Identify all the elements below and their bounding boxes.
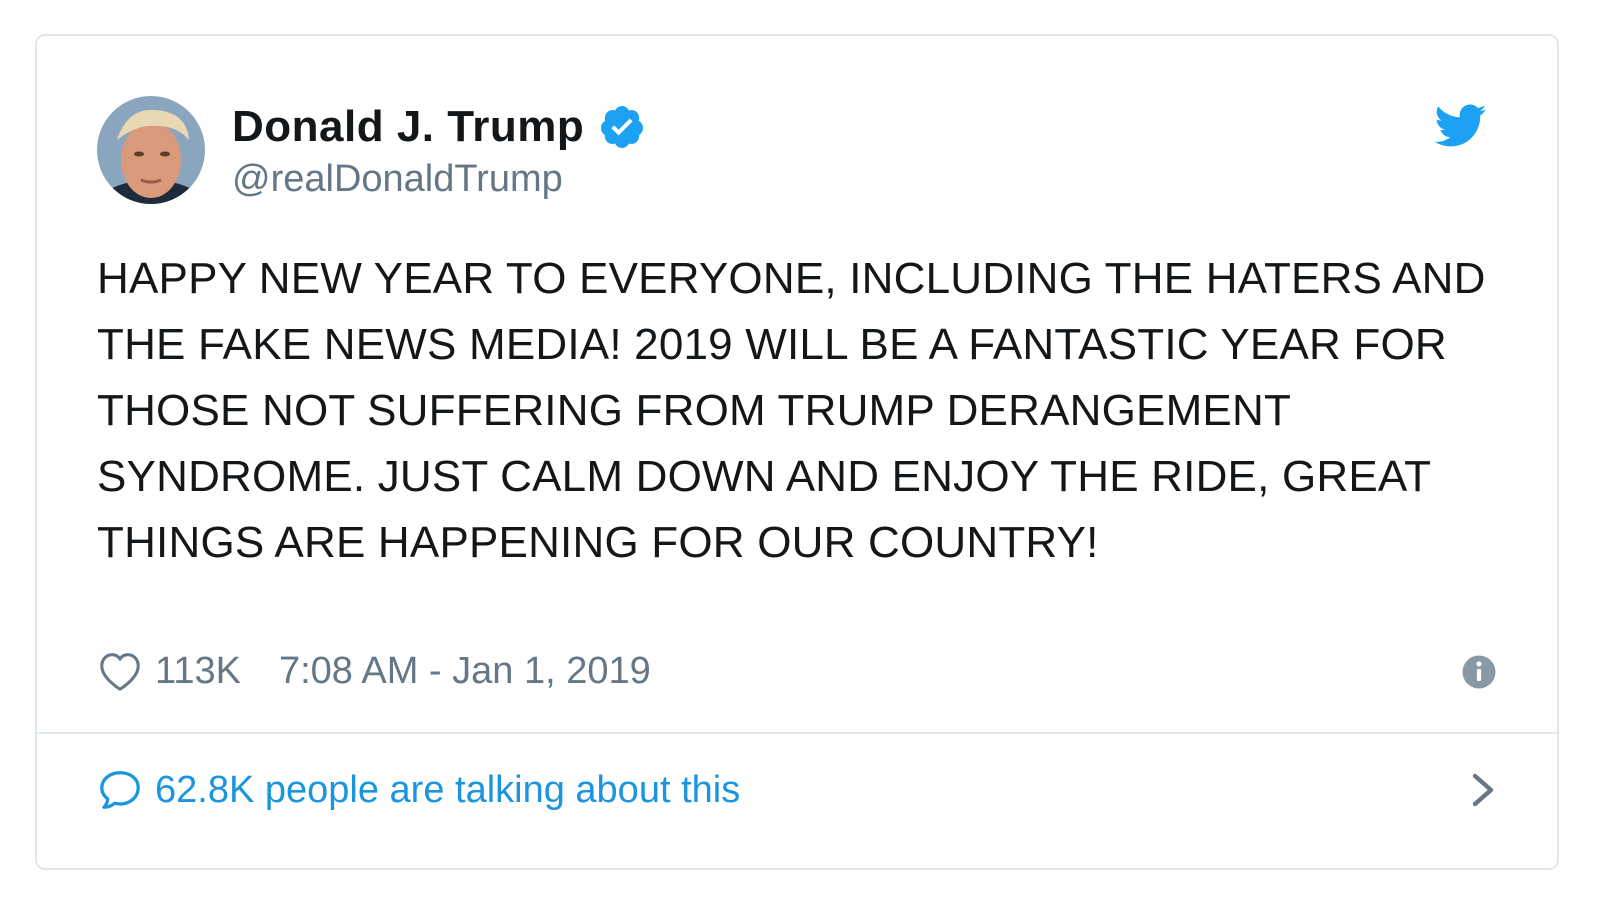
author-name-row: Donald J. Trump [232,100,646,154]
conversation-link[interactable]: 62.8K people are talking about this [97,764,1497,816]
heart-icon[interactable] [97,649,143,693]
verified-badge-icon [598,103,646,151]
chevron-right-icon[interactable] [1469,770,1497,810]
avatar[interactable] [97,96,205,204]
tweet-timestamp[interactable]: 7:08 AM - Jan 1, 2019 [279,650,651,693]
speech-bubble-icon [97,767,143,813]
tweet-header: Donald J. Trump @realDonaldTrump [97,96,1497,206]
like-count[interactable]: 113K [155,650,241,693]
info-icon[interactable] [1461,654,1497,690]
author-block: Donald J. Trump @realDonaldTrump [232,100,646,201]
tweet-text: HAPPY NEW YEAR TO EVERYONE, INCLUDING TH… [97,254,1486,567]
tweet-meta-row: 113K 7:08 AM - Jan 1, 2019 [97,646,1497,696]
twitter-bird-icon[interactable] [1434,104,1487,148]
author-handle[interactable]: @realDonaldTrump [232,158,646,201]
conversation-count-text[interactable]: 62.8K people are talking about this [155,769,740,812]
card-divider [37,732,1557,734]
author-display-name[interactable]: Donald J. Trump [232,102,584,152]
tweet-card: Donald J. Trump @realDonaldTrump HAPPY N… [35,34,1559,870]
